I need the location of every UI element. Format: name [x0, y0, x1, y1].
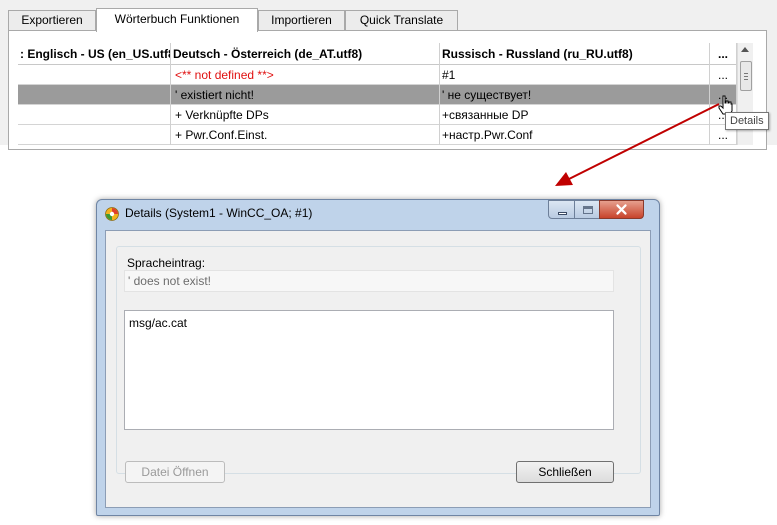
tab-exportieren[interactable]: Exportieren — [8, 10, 96, 31]
cell-russian[interactable]: ' не существует! — [440, 85, 710, 105]
close-window-button[interactable] — [599, 200, 644, 219]
minimize-button[interactable] — [548, 200, 575, 219]
table-header: : Englisch - US (en_US.utf8) Deutsch - Ö… — [18, 43, 737, 65]
catalog-path-textarea[interactable]: msg/ac.cat — [124, 310, 614, 430]
column-header-german[interactable]: Deutsch - Österreich (de_AT.utf8) — [171, 43, 440, 65]
tab-woerterbuch-funktionen[interactable]: Wörterbuch Funktionen — [96, 8, 258, 32]
language-entry-field[interactable]: ' does not exist! — [124, 270, 614, 292]
details-dialog: Details (System1 - WinCC_OA; #1) Sprache… — [96, 199, 660, 516]
scroll-up-icon[interactable] — [741, 47, 749, 52]
tab-importieren[interactable]: Importieren — [258, 10, 345, 31]
open-file-button[interactable]: Datei Öffnen — [125, 461, 225, 483]
scroll-thumb[interactable] — [740, 61, 752, 91]
maximize-button[interactable] — [574, 200, 600, 219]
cell-russian[interactable]: #1 — [440, 65, 710, 85]
cell-german[interactable]: ' existiert nicht! — [171, 85, 440, 105]
grip-line — [744, 73, 748, 74]
details-button[interactable]: ... — [710, 65, 737, 85]
grip-line — [744, 76, 748, 77]
dictionary-table[interactable]: : Englisch - US (en_US.utf8) Deutsch - Ö… — [18, 43, 737, 145]
minimize-icon — [549, 201, 574, 218]
cell-english[interactable] — [18, 105, 171, 125]
maximize-icon — [575, 201, 599, 218]
wincc-app-icon — [105, 207, 119, 221]
dialog-titlebar[interactable]: Details (System1 - WinCC_OA; #1) — [97, 200, 659, 228]
dialog-title: Details (System1 - WinCC_OA; #1) — [125, 206, 313, 220]
table-row[interactable]: <** not defined **> #1 ... — [18, 65, 737, 85]
details-tooltip: Details — [725, 112, 769, 130]
table-row[interactable]: ' existiert nicht! ' не существует! ... — [18, 85, 737, 105]
table-row[interactable]: + Verknüpfte DPs +связанные DP ... — [18, 105, 737, 125]
cell-english[interactable] — [18, 125, 171, 145]
close-button[interactable]: Schließen — [516, 461, 614, 483]
close-icon — [616, 204, 627, 215]
cell-german[interactable]: <** not defined **> — [171, 65, 440, 85]
column-header-english[interactable]: : Englisch - US (en_US.utf8) — [18, 43, 171, 65]
table-row[interactable]: + Pwr.Conf.Einst. +настр.Pwr.Conf ... — [18, 125, 737, 145]
cell-english[interactable] — [18, 65, 171, 85]
tab-quick-translate[interactable]: Quick Translate — [345, 10, 458, 31]
cell-russian[interactable]: +настр.Pwr.Conf — [440, 125, 710, 145]
column-header-more[interactable]: ... — [710, 43, 737, 65]
column-header-russian[interactable]: Russisch - Russland (ru_RU.utf8) — [440, 43, 710, 65]
grip-line — [744, 79, 748, 80]
group-label: Spracheintrag: — [127, 256, 206, 270]
cell-german[interactable]: + Verknüpfte DPs — [171, 105, 440, 125]
cell-german[interactable]: + Pwr.Conf.Einst. — [171, 125, 440, 145]
cell-russian[interactable]: +связанные DP — [440, 105, 710, 125]
cell-english[interactable] — [18, 85, 171, 105]
